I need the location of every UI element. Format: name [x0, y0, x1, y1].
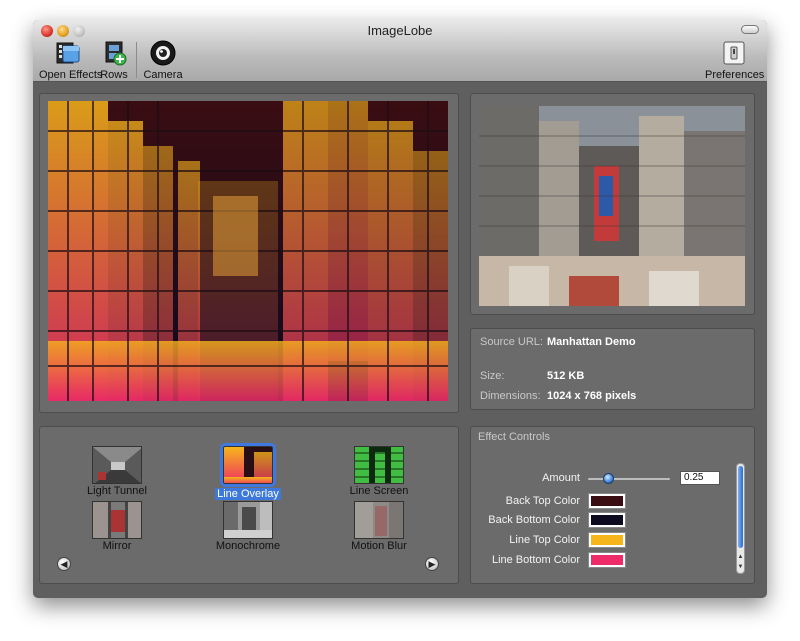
preferences-icon — [721, 40, 747, 66]
open-effects-button[interactable]: Open Effects — [39, 40, 103, 81]
dimensions-label: Dimensions: — [480, 390, 541, 402]
effect-label: Line Screen — [349, 485, 409, 497]
arrow-right-icon: ▶ — [428, 559, 436, 569]
effect-line-overlay[interactable]: Line Overlay — [203, 443, 293, 502]
effect-label: Line Overlay — [215, 488, 281, 500]
effect-label: Monochrome — [215, 540, 281, 552]
rows-button[interactable]: Rows — [97, 40, 131, 81]
effect-controls-scrollbar[interactable]: ▲ ▼ — [736, 463, 745, 574]
effect-controls-title: Effect Controls — [478, 431, 550, 443]
toolbar-toggle-button[interactable] — [741, 25, 759, 34]
preferences-button[interactable]: Preferences — [705, 40, 765, 81]
camera-label: Camera — [143, 69, 183, 81]
amount-input[interactable]: 0.25 — [680, 471, 720, 485]
scrollbar-thumb[interactable] — [738, 466, 743, 548]
line-top-color-well[interactable] — [589, 533, 625, 547]
title-bar: ImageLobe Open Effects Rows Camera Prefe… — [33, 20, 767, 82]
window-title: ImageLobe — [367, 23, 433, 38]
mirror-thumbnail — [92, 501, 142, 539]
effect-mirror[interactable]: Mirror — [72, 501, 162, 552]
previous-effects-button[interactable]: ◀ — [57, 557, 71, 571]
effect-label: Mirror — [102, 540, 132, 552]
size-label: Size: — [480, 370, 505, 382]
line-bottom-color-well[interactable] — [589, 553, 625, 567]
open-effects-label: Open Effects — [39, 69, 103, 81]
camera-icon — [150, 40, 176, 66]
light-tunnel-thumbnail — [92, 446, 142, 484]
back-top-color-label: Back Top Color — [505, 495, 580, 507]
amount-slider-knob[interactable] — [603, 473, 614, 484]
monochrome-thumbnail — [223, 501, 273, 539]
effect-monochrome[interactable]: Monochrome — [203, 501, 293, 552]
effect-label: Light Tunnel — [87, 485, 147, 497]
effect-label: Motion Blur — [351, 540, 407, 552]
scroll-up-arrow-icon[interactable]: ▲ — [737, 554, 744, 560]
toolbar-separator — [136, 42, 137, 78]
source-url-label: Source URL: — [480, 336, 543, 348]
amount-label: Amount — [542, 472, 580, 484]
arrow-left-icon: ◀ — [60, 559, 68, 569]
line-overlay-thumbnail — [220, 443, 276, 487]
dimensions-value: 1024 x 768 pixels — [547, 390, 637, 402]
line-top-color-label: Line Top Color — [509, 534, 580, 546]
output-image-canvas — [48, 101, 448, 401]
size-value: 512 KB — [547, 370, 585, 382]
line-screen-thumbnail — [354, 446, 404, 484]
add-rows-icon — [101, 40, 127, 66]
back-bottom-color-well[interactable] — [589, 513, 625, 527]
rows-label: Rows — [100, 69, 128, 81]
back-top-color-well[interactable] — [589, 494, 625, 508]
effect-light-tunnel[interactable]: Light Tunnel — [72, 446, 162, 497]
next-effects-button[interactable]: ▶ — [425, 557, 439, 571]
amount-slider-track[interactable] — [588, 478, 670, 480]
folder-film-icon — [54, 40, 80, 66]
source-url-value: Manhattan Demo — [547, 336, 636, 348]
effect-motion-blur[interactable]: Motion Blur — [334, 501, 424, 552]
scroll-down-arrow-icon[interactable]: ▼ — [737, 564, 744, 570]
line-bottom-color-label: Line Bottom Color — [491, 554, 580, 566]
camera-button[interactable]: Camera — [143, 40, 183, 81]
effect-line-screen[interactable]: Line Screen — [334, 446, 424, 497]
motion-blur-thumbnail — [354, 501, 404, 539]
back-bottom-color-label: Back Bottom Color — [488, 514, 580, 526]
app-window: ImageLobe Open Effects Rows Camera Prefe… — [33, 20, 767, 598]
preferences-label: Preferences — [705, 69, 765, 81]
source-image-thumbnail — [479, 106, 745, 306]
